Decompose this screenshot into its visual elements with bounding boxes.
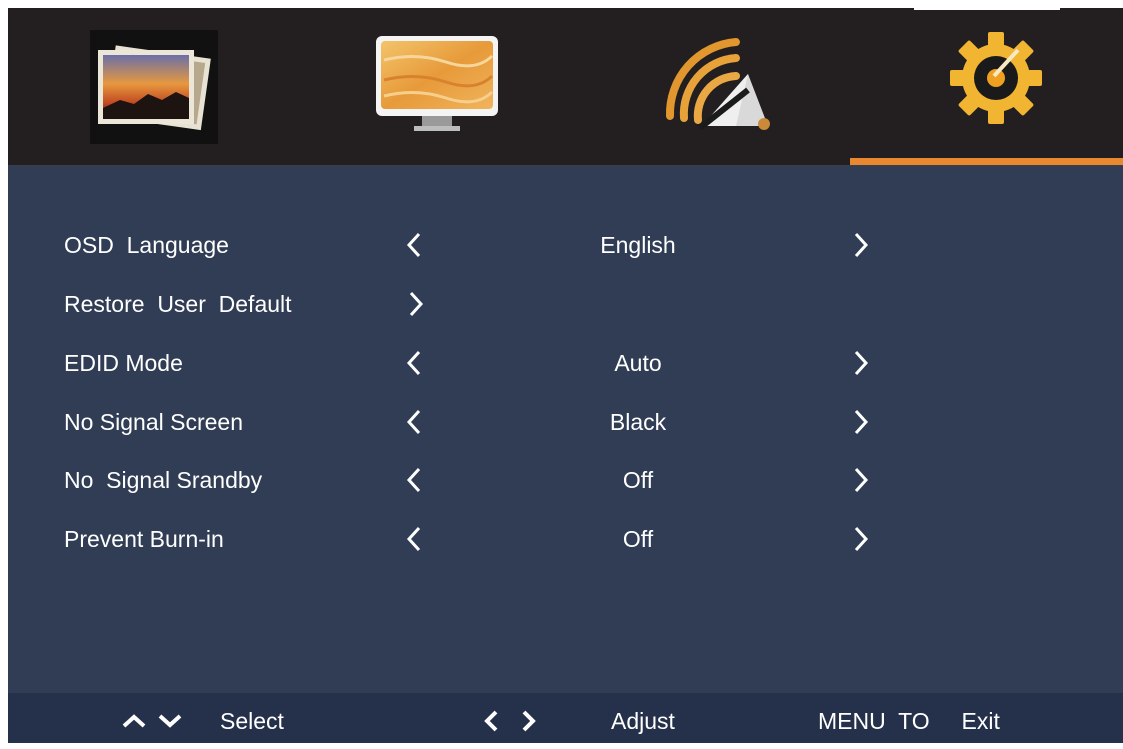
setting-label: No Signal Srandby bbox=[64, 467, 263, 493]
setting-label: No Signal Screen bbox=[64, 409, 243, 435]
chevron-left-icon[interactable] bbox=[401, 466, 429, 494]
tab-setup[interactable] bbox=[850, 8, 1123, 165]
osd-menu: OSD Language English Restore User Defaul… bbox=[8, 8, 1123, 743]
setting-value: Black bbox=[609, 409, 667, 435]
tab-picture[interactable] bbox=[8, 8, 288, 165]
chevron-right-icon[interactable] bbox=[846, 349, 874, 377]
chevron-right-icon[interactable] bbox=[846, 231, 874, 259]
chevron-right-icon[interactable] bbox=[846, 408, 874, 436]
chevron-right-icon[interactable] bbox=[846, 525, 874, 553]
setting-value: Auto bbox=[614, 350, 662, 376]
display-icon bbox=[376, 36, 498, 131]
setting-label: OSD Language bbox=[64, 232, 229, 258]
chevron-left-icon[interactable] bbox=[401, 525, 429, 553]
setting-row-osd-language[interactable]: OSD Language English bbox=[8, 222, 1123, 268]
chevron-left-icon bbox=[478, 709, 506, 733]
gear-icon bbox=[950, 32, 1042, 124]
help-exit-label: MENU TO Exit bbox=[818, 708, 1000, 734]
active-tab-indicator bbox=[850, 158, 1123, 165]
chevron-down-icon bbox=[156, 709, 184, 733]
setting-value: Off bbox=[622, 526, 654, 552]
setting-row-restore-user-default[interactable]: Restore User Default bbox=[8, 281, 1123, 327]
chevron-right-icon[interactable] bbox=[846, 466, 874, 494]
picture-icon bbox=[90, 30, 218, 144]
help-bar: Select Adjust MENU TO Exit bbox=[8, 693, 1123, 743]
setting-value: English bbox=[600, 232, 676, 258]
chevron-left-icon[interactable] bbox=[401, 231, 429, 259]
setup-panel: OSD Language English Restore User Defaul… bbox=[8, 166, 1123, 693]
setting-row-prevent-burn-in[interactable]: Prevent Burn-in Off bbox=[8, 516, 1123, 562]
category-tab-bar bbox=[8, 8, 1123, 165]
help-select-label: Select bbox=[220, 708, 284, 734]
chevron-right-icon[interactable] bbox=[401, 290, 429, 318]
chevron-left-icon[interactable] bbox=[401, 408, 429, 436]
chevron-up-icon bbox=[120, 709, 148, 733]
setting-row-no-signal-screen[interactable]: No Signal Screen Black bbox=[8, 399, 1123, 445]
setting-label: Restore User Default bbox=[64, 291, 292, 317]
setting-row-no-signal-standby[interactable]: No Signal Srandby Off bbox=[8, 457, 1123, 503]
chevron-right-icon bbox=[514, 709, 542, 733]
chevron-left-icon[interactable] bbox=[401, 349, 429, 377]
tab-signal[interactable] bbox=[568, 8, 850, 165]
setting-row-edid-mode[interactable]: EDID Mode Auto bbox=[8, 340, 1123, 386]
setting-label: Prevent Burn-in bbox=[64, 526, 224, 552]
help-adjust-label: Adjust bbox=[611, 708, 675, 734]
tab-display[interactable] bbox=[288, 8, 568, 165]
setting-value: Off bbox=[622, 467, 654, 493]
setting-label: EDID Mode bbox=[64, 350, 183, 376]
signal-icon bbox=[665, 38, 770, 131]
